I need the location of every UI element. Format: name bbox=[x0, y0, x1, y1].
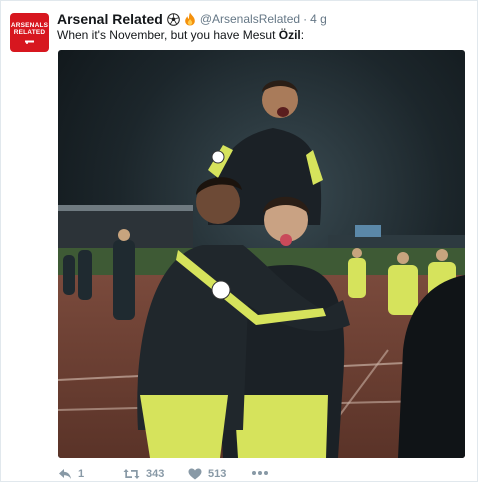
like-button[interactable]: 513 bbox=[188, 468, 226, 480]
tweet-text-prefix: When it's November, but you have Mesut bbox=[57, 28, 279, 42]
separator-dot: · bbox=[303, 12, 308, 26]
tweet-header: Arsenal Related @ArsenalsRelated · 4 g bbox=[57, 9, 327, 29]
photo-image bbox=[58, 50, 465, 458]
like-count: 513 bbox=[208, 468, 227, 480]
soccer-ball-icon bbox=[167, 12, 180, 26]
retweet-icon bbox=[123, 469, 140, 479]
more-icon bbox=[252, 471, 268, 475]
avatar-text-line2: RELATED bbox=[13, 29, 46, 36]
avatar[interactable]: ARSENALS RELATED bbox=[10, 13, 49, 52]
avatar-text-line1: ARSENALS bbox=[10, 21, 49, 29]
retweet-count: 343 bbox=[146, 468, 165, 480]
tweet-actions: 1 343 513 bbox=[58, 468, 358, 484]
tweet-photo[interactable] bbox=[58, 50, 465, 458]
reply-icon bbox=[59, 469, 71, 479]
author-name[interactable]: Arsenal Related bbox=[57, 11, 163, 27]
cannon-icon bbox=[24, 40, 34, 44]
retweet-button[interactable]: 343 bbox=[123, 468, 164, 480]
author-handle[interactable]: @ArsenalsRelated bbox=[200, 12, 300, 26]
tweet-timestamp[interactable]: 4 g bbox=[310, 12, 327, 26]
tweet-text-suffix: : bbox=[300, 28, 305, 42]
heart-icon bbox=[188, 468, 202, 480]
more-button[interactable] bbox=[251, 470, 269, 476]
reply-count: 1 bbox=[78, 468, 85, 480]
fire-icon bbox=[184, 12, 196, 26]
reply-button[interactable]: 1 bbox=[58, 468, 84, 480]
tweet-text-bold: Özil bbox=[278, 28, 301, 42]
tweet-text: When it's November, but you have Mesut Ö… bbox=[57, 28, 304, 42]
